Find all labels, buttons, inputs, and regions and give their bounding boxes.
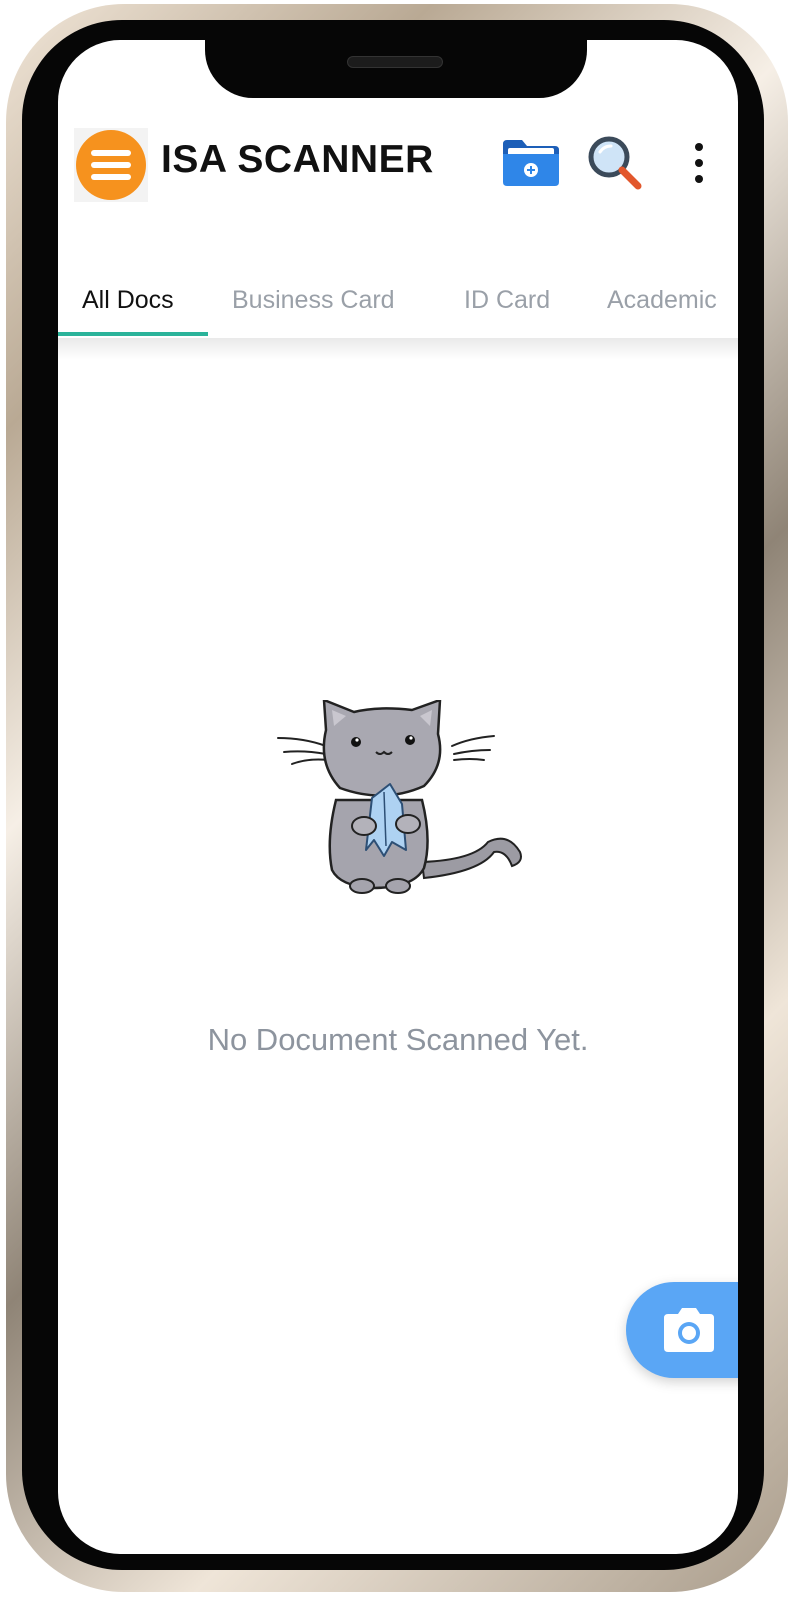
tab-id-card[interactable]: ID Card — [464, 286, 550, 315]
phone-notch — [205, 38, 587, 98]
app-title: ISA SCANNER — [161, 138, 434, 181]
search-icon — [588, 136, 642, 190]
active-tab-indicator — [58, 332, 208, 336]
tab-business-card[interactable]: Business Card — [232, 286, 395, 315]
new-folder-button[interactable] — [500, 134, 562, 190]
empty-state-message: No Document Scanned Yet. — [207, 1022, 589, 1057]
cat-holding-paper-illustration — [274, 698, 534, 900]
tab-all-docs[interactable]: All Docs — [82, 286, 174, 315]
camera-icon — [664, 1308, 714, 1352]
camera-scan-button[interactable] — [626, 1282, 738, 1378]
more-options-button[interactable] — [684, 134, 714, 192]
menu-button[interactable] — [74, 128, 148, 202]
folder-add-icon — [503, 140, 559, 186]
hamburger-menu-icon — [76, 130, 146, 200]
app-bar: ISA SCANNER — [58, 120, 738, 210]
search-button[interactable] — [586, 134, 644, 192]
tab-academic[interactable]: Academic — [607, 286, 717, 315]
tab-divider — [58, 338, 738, 360]
earpiece-speaker — [347, 56, 443, 68]
category-tabs: All Docs Business Card ID Card Academic — [58, 278, 738, 338]
more-vertical-icon — [695, 143, 703, 151]
app-screen: ISA SCANNER All Docs Business Card ID Ca… — [58, 40, 738, 1554]
